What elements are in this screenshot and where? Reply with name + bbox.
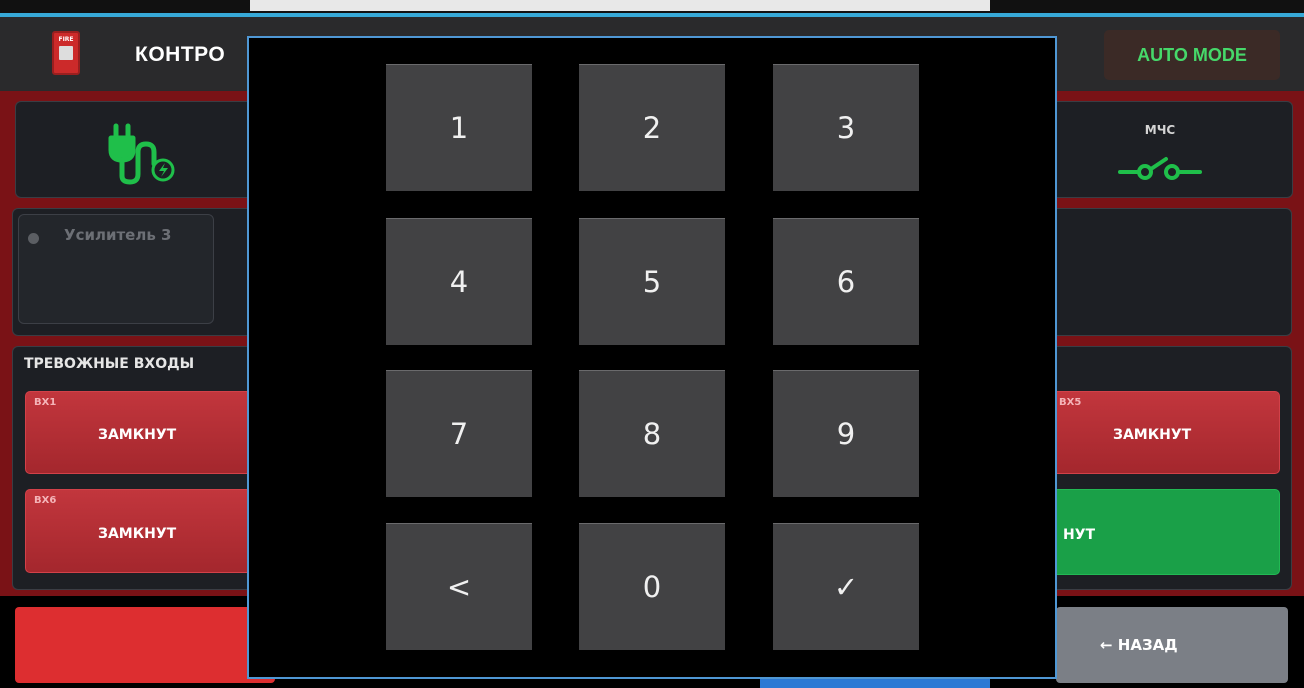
blue-action-strip: [760, 678, 990, 688]
key-6[interactable]: 6: [773, 218, 919, 345]
top-bar-segment: [250, 0, 990, 11]
alarm-input-10[interactable]: НУТ: [1040, 489, 1280, 575]
key-9[interactable]: 9: [773, 370, 919, 497]
alarm-input-state: ЗАМКНУТ: [98, 526, 177, 542]
alarm-input-6[interactable]: ВХ6 ЗАМКНУТ: [25, 489, 255, 573]
back-button[interactable]: ← НАЗАД: [1056, 607, 1288, 683]
fire-icon-label: FIRE: [58, 36, 74, 43]
auto-mode-button[interactable]: AUTO MODE: [1104, 30, 1280, 80]
alarm-input-code: ВХ1: [34, 397, 57, 408]
top-bar: [0, 0, 1304, 17]
fire-icon-box: [59, 46, 73, 60]
alarm-inputs-title: ТРЕВОЖНЫЕ ВХОДЫ: [24, 356, 195, 372]
key-8[interactable]: 8: [579, 370, 725, 497]
key-2[interactable]: 2: [579, 64, 725, 191]
amplifier-label: Усилитель 3: [64, 226, 172, 244]
power-plug-icon: [108, 123, 175, 185]
key-4[interactable]: 4: [386, 218, 532, 345]
key-7[interactable]: 7: [386, 370, 532, 497]
alarm-input-code: ВХ6: [34, 495, 57, 506]
key-1[interactable]: 1: [386, 64, 532, 191]
key-0[interactable]: 0: [579, 523, 725, 650]
numeric-keypad-dialog: 1 2 3 4 5 6 7 8 9 < 0 ✓: [247, 36, 1057, 679]
alarm-input-state: ЗАМКНУТ: [1113, 427, 1192, 443]
confirm-key[interactable]: ✓: [773, 523, 919, 650]
backspace-key[interactable]: <: [386, 523, 532, 650]
switch-contact-icon: [1118, 157, 1202, 180]
alarm-action-button[interactable]: [15, 607, 275, 683]
alarm-input-5[interactable]: ВХ5 ЗАМКНУТ: [1040, 391, 1280, 474]
page-title: КОНТРО: [135, 43, 226, 66]
alarm-input-state: НУТ: [1063, 527, 1096, 543]
fire-alarm-icon: FIRE: [52, 31, 80, 75]
alarm-input-code: ВХ5: [1059, 397, 1082, 408]
alarm-input-1[interactable]: ВХ1 ЗАМКНУТ: [25, 391, 255, 474]
key-5[interactable]: 5: [579, 218, 725, 345]
amplifier-status-dot: [28, 233, 39, 244]
alarm-input-state: ЗАМКНУТ: [98, 427, 177, 443]
key-3[interactable]: 3: [773, 64, 919, 191]
mchs-label: МЧС: [1144, 123, 1176, 137]
